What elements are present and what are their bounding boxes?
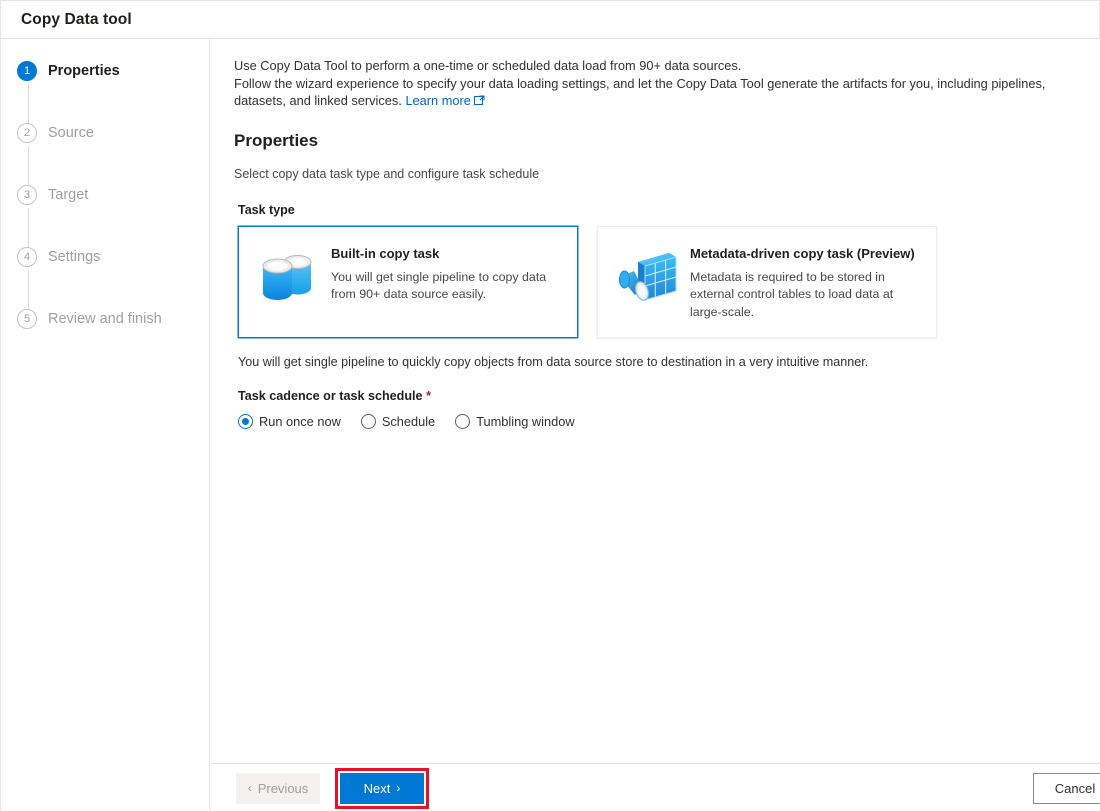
radio-label: Schedule (381, 413, 436, 429)
sidebar-item-review-and-finish[interactable]: 5 Review and finish (1, 308, 209, 370)
sidebar-item-label: Review and finish (48, 311, 162, 327)
section-subtext: Select copy data task type and configure… (234, 166, 540, 181)
task-cadence-radio-group: Run once now Schedule Tumbling window (238, 413, 1100, 429)
intro-paragraph: Use Copy Data Tool to perform a one-time… (234, 57, 1096, 111)
sidebar-item-label: Settings (48, 249, 101, 265)
database-copy-icon (253, 246, 325, 317)
sidebar-item-label: Source (48, 125, 94, 141)
required-asterisk: * (426, 388, 431, 403)
section-heading: Properties (234, 130, 319, 150)
card-title: Built-in copy task (331, 245, 440, 261)
metadata-table-icon (612, 246, 684, 321)
task-type-card-group: Built-in copy task You will get single p… (238, 225, 1100, 338)
task-type-card-built-in-copy-task[interactable]: Built-in copy task You will get single p… (238, 225, 578, 338)
wizard-step-sidebar: 1 Properties 2 Source 3 Target 4 Setting… (1, 39, 210, 811)
chevron-right-icon: › (396, 781, 401, 795)
step-number-badge: 2 (17, 123, 37, 143)
radio-run-once-now[interactable]: Run once now (238, 413, 341, 429)
task-cadence-label: Task cadence or task schedule * (238, 389, 1100, 403)
sidebar-item-label: Target (48, 187, 89, 203)
task-type-note: You will get single pipeline to quickly … (238, 354, 869, 369)
dialog-footer: ‹ Previous Next › Cancel (211, 763, 1100, 811)
cancel-button[interactable]: Cancel (1033, 772, 1100, 804)
step-number-badge: 1 (17, 61, 37, 81)
cancel-button-label: Cancel (1054, 780, 1096, 796)
sidebar-item-label: Properties (48, 63, 120, 79)
radio-tumbling-window[interactable]: Tumbling window (455, 413, 575, 429)
previous-button[interactable]: ‹ Previous (236, 772, 320, 804)
task-type-card-text: Metadata-driven copy task (Preview) Meta… (690, 244, 922, 322)
step-number-badge: 5 (17, 309, 37, 329)
next-button[interactable]: Next › (340, 772, 424, 804)
radio-label: Tumbling window (476, 413, 575, 429)
task-cadence-label-text: Task cadence or task schedule (238, 388, 423, 403)
sidebar-item-settings[interactable]: 4 Settings (1, 246, 209, 320)
step-number-badge: 4 (17, 247, 37, 267)
external-link-icon[interactable] (473, 93, 485, 111)
radio-label: Run once now (259, 413, 341, 429)
main-content-panel: Use Copy Data Tool to perform a one-time… (211, 39, 1100, 762)
dialog-titlebar: Copy Data tool (1, 1, 1099, 39)
task-type-card-metadata-driven-copy-task[interactable]: Metadata-driven copy task (Preview) Meta… (597, 225, 937, 338)
radio-indicator (455, 413, 471, 429)
learn-more-link[interactable]: Learn more (405, 93, 470, 108)
intro-line-2: Follow the wizard experience to specify … (234, 75, 1046, 109)
copy-data-tool-dialog: Copy Data tool 1 Properties 2 Source 3 T… (0, 0, 1100, 811)
radio-indicator (238, 413, 253, 429)
task-type-card-text: Built-in copy task You will get single p… (331, 244, 563, 304)
card-description: You will get single pipeline to copy dat… (331, 269, 547, 302)
task-type-label: Task type (238, 202, 295, 217)
card-title: Metadata-driven copy task (Preview) (690, 245, 915, 261)
step-number-badge: 3 (17, 185, 37, 205)
next-button-label: Next (363, 780, 391, 796)
radio-schedule[interactable]: Schedule (360, 413, 436, 429)
card-description: Metadata is required to be stored in ext… (690, 269, 894, 319)
sidebar-item-properties[interactable]: 1 Properties (1, 60, 209, 134)
sidebar-item-source[interactable]: 2 Source (1, 122, 209, 196)
radio-indicator (360, 413, 376, 429)
intro-line-1: Use Copy Data Tool to perform a one-time… (234, 58, 742, 73)
page-title: Copy Data tool (21, 10, 132, 28)
chevron-left-icon: ‹ (247, 781, 252, 795)
next-button-annotation-highlight: Next › (335, 767, 429, 809)
sidebar-item-target[interactable]: 3 Target (1, 184, 209, 258)
previous-button-label: Previous (257, 780, 309, 796)
